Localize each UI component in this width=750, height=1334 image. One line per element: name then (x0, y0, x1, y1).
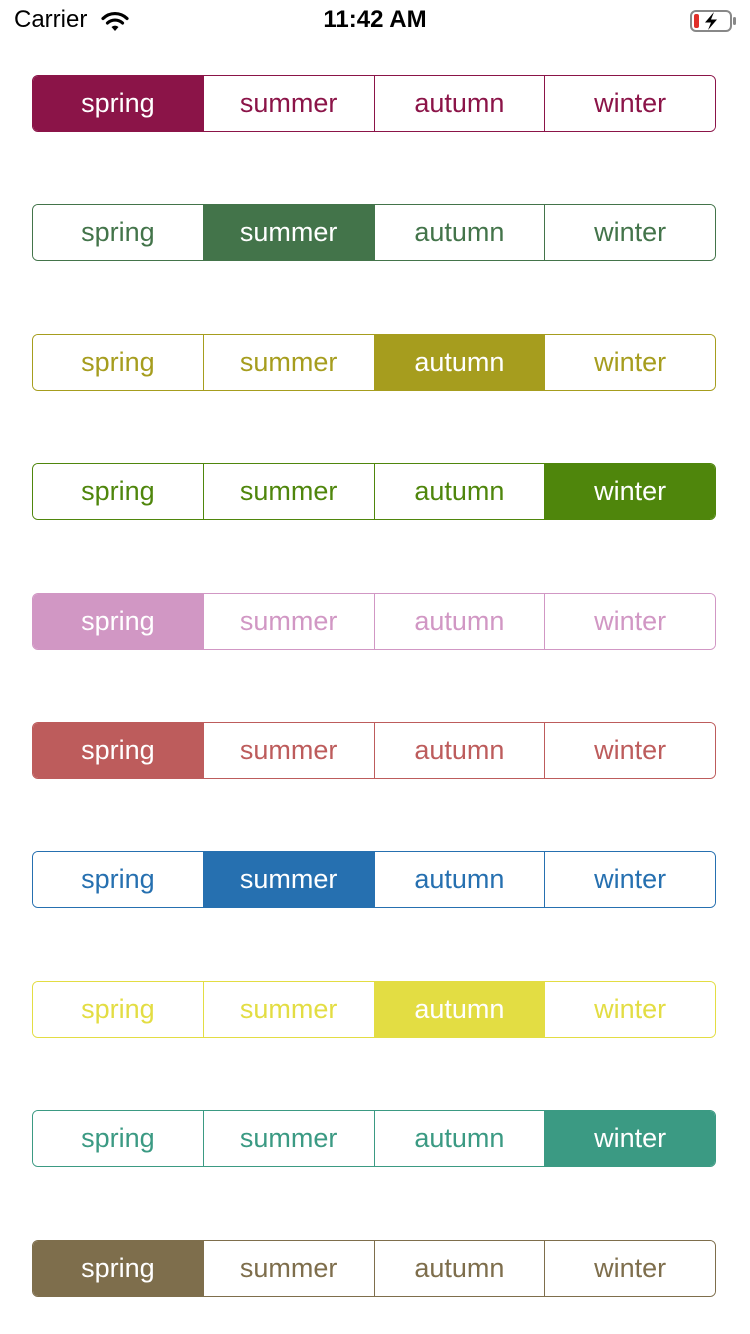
segmented-control-1[interactable]: spring summer autumn winter (32, 75, 716, 132)
segment-autumn-selected[interactable]: autumn (373, 335, 545, 390)
status-time: 11:42 AM (323, 6, 427, 33)
status-bar: Carrier 11:42 AM (0, 0, 750, 44)
segmented-control-2[interactable]: spring summer autumn winter (32, 204, 716, 261)
segment-autumn[interactable]: autumn (373, 1241, 545, 1296)
battery-charging-icon (690, 10, 736, 32)
segment-winter[interactable]: winter (544, 982, 715, 1037)
segment-autumn[interactable]: autumn (373, 464, 545, 519)
segmented-control-8[interactable]: spring summer autumn winter (32, 981, 716, 1038)
segment-summer-selected[interactable]: summer (202, 852, 374, 907)
segment-winter[interactable]: winter (544, 594, 715, 649)
segment-spring-selected[interactable]: spring (33, 1241, 203, 1296)
segment-winter[interactable]: winter (544, 1241, 715, 1296)
segment-winter[interactable]: winter (544, 335, 715, 390)
segment-autumn[interactable]: autumn (373, 1111, 545, 1166)
segment-summer[interactable]: summer (202, 335, 374, 390)
segment-spring-selected[interactable]: spring (33, 76, 203, 131)
segment-spring[interactable]: spring (33, 205, 203, 260)
segment-autumn[interactable]: autumn (373, 76, 545, 131)
segment-spring[interactable]: spring (33, 464, 203, 519)
segmented-control-6[interactable]: spring summer autumn winter (32, 722, 716, 779)
segment-winter-selected[interactable]: winter (544, 1111, 715, 1166)
segmented-control-4[interactable]: spring summer autumn winter (32, 463, 716, 520)
segment-winter[interactable]: winter (544, 852, 715, 907)
segment-summer[interactable]: summer (202, 982, 374, 1037)
segment-summer[interactable]: summer (202, 594, 374, 649)
segment-winter[interactable]: winter (544, 723, 715, 778)
segment-summer[interactable]: summer (202, 1111, 374, 1166)
segment-summer[interactable]: summer (202, 464, 374, 519)
segment-autumn[interactable]: autumn (373, 205, 545, 260)
segmented-control-5[interactable]: spring summer autumn winter (32, 593, 716, 650)
segment-spring[interactable]: spring (33, 335, 203, 390)
segment-autumn[interactable]: autumn (373, 852, 545, 907)
segmented-control-10[interactable]: spring summer autumn winter (32, 1240, 716, 1297)
segment-spring[interactable]: spring (33, 852, 203, 907)
segment-winter-selected[interactable]: winter (544, 464, 715, 519)
segmented-control-7[interactable]: spring summer autumn winter (32, 851, 716, 908)
segment-summer[interactable]: summer (202, 76, 374, 131)
segment-spring-selected[interactable]: spring (33, 723, 203, 778)
segment-summer-selected[interactable]: summer (202, 205, 374, 260)
segment-summer[interactable]: summer (202, 723, 374, 778)
segment-winter[interactable]: winter (544, 76, 715, 131)
segment-spring-selected[interactable]: spring (33, 594, 203, 649)
segment-spring[interactable]: spring (33, 982, 203, 1037)
segmented-control-9[interactable]: spring summer autumn winter (32, 1110, 716, 1167)
segment-spring[interactable]: spring (33, 1111, 203, 1166)
segment-autumn[interactable]: autumn (373, 723, 545, 778)
segmented-control-3[interactable]: spring summer autumn winter (32, 334, 716, 391)
segment-autumn[interactable]: autumn (373, 594, 545, 649)
segment-autumn-selected[interactable]: autumn (373, 982, 545, 1037)
segment-winter[interactable]: winter (544, 205, 715, 260)
segment-summer[interactable]: summer (202, 1241, 374, 1296)
